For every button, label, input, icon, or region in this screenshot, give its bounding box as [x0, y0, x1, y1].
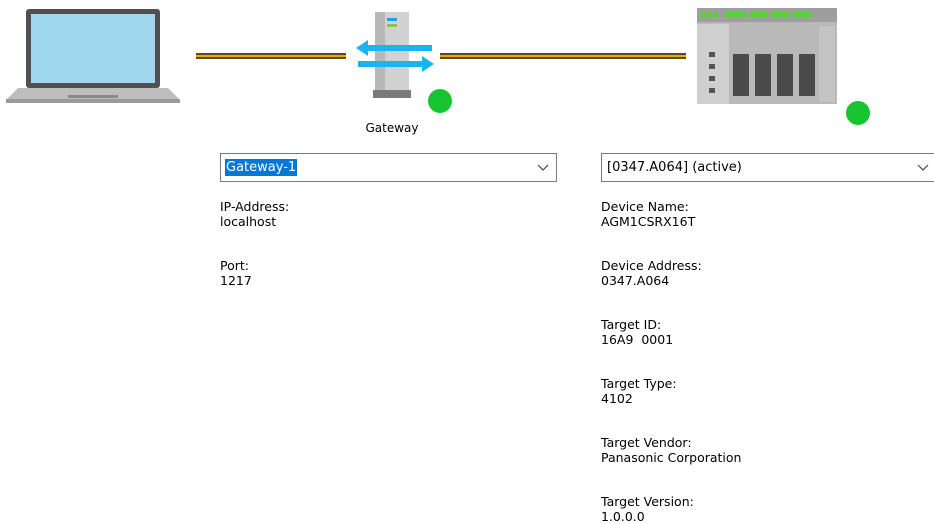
- plc-rack-icon[interactable]: [695, 6, 841, 106]
- device-name-property: Device Name: AGM1CSRX16T: [601, 199, 695, 229]
- property-label: Target Type:: [601, 376, 677, 391]
- property-value: localhost: [220, 214, 277, 229]
- property-value: Panasonic Corporation: [601, 450, 742, 465]
- target-version-property: Target Version: 1.0.0.0: [601, 494, 694, 524]
- property-label: Target Vendor:: [601, 435, 692, 450]
- property-label: Port:: [220, 258, 249, 273]
- gateway-device-connection: [440, 53, 686, 59]
- chevron-down-icon[interactable]: [536, 160, 550, 174]
- device-select-value: [0347.A064] (active): [607, 160, 742, 175]
- gateway-ip-property: IP-Address: localhost: [220, 199, 289, 229]
- chevron-down-icon[interactable]: [916, 160, 930, 174]
- property-value: 1.0.0.0: [601, 509, 645, 524]
- property-value: 0347.A064: [601, 273, 670, 288]
- property-value: 4102: [601, 391, 633, 406]
- property-label: Device Name:: [601, 199, 689, 214]
- property-label: Target ID:: [601, 317, 662, 332]
- property-value: 1217: [220, 273, 252, 288]
- gateway-caption: Gateway: [365, 121, 419, 135]
- property-value: AGM1CSRX16T: [601, 214, 696, 229]
- gateway-select-value: Gateway-1: [225, 159, 298, 176]
- device-status-indicator: [846, 101, 870, 125]
- property-label: Target Version:: [601, 494, 694, 509]
- device-select[interactable]: [0347.A064] (active): [601, 153, 934, 182]
- property-value: 16A9 0001: [601, 332, 674, 347]
- gateway-port-property: Port: 1217: [220, 258, 252, 288]
- gateway-server-icon[interactable]: [346, 10, 438, 102]
- gateway-status-indicator: [428, 89, 452, 113]
- property-label: Device Address:: [601, 258, 702, 273]
- target-id-property: Target ID: 16A9 0001: [601, 317, 673, 347]
- target-vendor-property: Target Vendor: Panasonic Corporation: [601, 435, 741, 465]
- laptop-icon[interactable]: [4, 8, 182, 104]
- gateway-select[interactable]: Gateway-1: [220, 153, 557, 182]
- target-type-property: Target Type: 4102: [601, 376, 677, 406]
- device-address-property: Device Address: 0347.A064: [601, 258, 702, 288]
- property-label: IP-Address:: [220, 199, 290, 214]
- laptop-gateway-connection: [196, 53, 346, 59]
